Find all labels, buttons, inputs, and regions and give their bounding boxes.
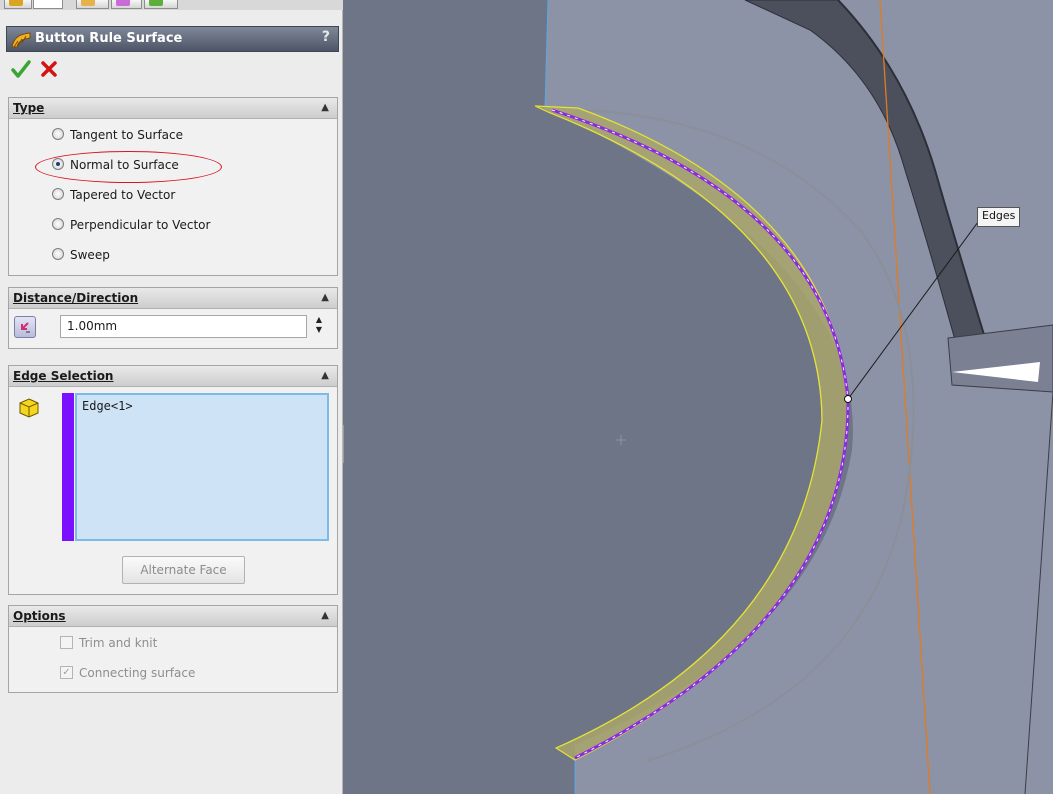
tab-property-manager[interactable] xyxy=(33,0,63,9)
tab-dimxpert-manager[interactable] xyxy=(111,0,142,9)
options-section-title: Options xyxy=(13,609,66,623)
property-manager-panel: Button Rule Surface ? Type ▲︎ Tangent to… xyxy=(0,0,343,794)
connecting-surface-checkbox[interactable]: ✓ xyxy=(60,666,73,679)
distance-spinner[interactable]: ▲ ▼ xyxy=(311,315,327,338)
display-manager-icon xyxy=(149,0,163,6)
edge-handle-point[interactable] xyxy=(844,395,852,403)
tab-display-manager[interactable] xyxy=(144,0,178,9)
type-section-header[interactable]: Type ▲︎ xyxy=(9,98,337,119)
cancel-x-icon[interactable] xyxy=(38,58,60,80)
edge-cube-icon xyxy=(19,398,39,418)
radio-label: Sweep xyxy=(70,248,110,262)
edge-selection-list[interactable]: Edge<1> xyxy=(75,393,329,541)
radio-label: Tangent to Surface xyxy=(70,128,184,142)
radio-button[interactable] xyxy=(52,248,64,260)
ok-checkmark-icon[interactable] xyxy=(10,58,32,80)
feature-title: Button Rule Surface xyxy=(35,31,183,46)
distance-input[interactable]: 1.00mm xyxy=(60,315,307,338)
radio-button[interactable] xyxy=(52,128,64,140)
tab-feature-manager[interactable] xyxy=(4,0,32,9)
help-icon[interactable]: ? xyxy=(322,29,330,45)
ruled-surface-icon xyxy=(11,32,31,48)
distance-section-header[interactable]: Distance/Direction ▲︎ xyxy=(9,288,337,309)
options-section-header[interactable]: Options ▲︎ xyxy=(9,606,337,627)
type-section-title: Type xyxy=(13,101,45,115)
trim-and-knit-checkbox[interactable] xyxy=(60,636,73,649)
reverse-direction-button[interactable] xyxy=(14,316,36,338)
feature-tree-icon xyxy=(9,0,23,6)
sketch-point xyxy=(647,757,653,763)
radio-button[interactable] xyxy=(52,188,64,200)
edge-selection-section-header[interactable]: Edge Selection ▲︎ xyxy=(9,366,337,387)
red-highlight-ellipse xyxy=(35,151,222,183)
manager-tabs xyxy=(0,0,343,10)
graphics-viewport[interactable] xyxy=(344,0,1053,794)
radio-label: Perpendicular to Vector xyxy=(70,218,211,232)
reverse-direction-icon xyxy=(21,322,30,333)
trim-and-knit-label: Trim and knit xyxy=(79,636,158,650)
distance-section-title: Distance/Direction xyxy=(13,291,139,305)
edges-callout-label[interactable]: Edges xyxy=(977,207,1021,227)
edge-selection-section-title: Edge Selection xyxy=(13,369,114,383)
spin-down-icon[interactable]: ▼ xyxy=(311,325,327,335)
tab-configuration-manager[interactable] xyxy=(76,0,109,9)
configuration-icon xyxy=(81,0,95,6)
dimxpert-icon xyxy=(116,0,130,6)
edge-list-item[interactable]: Edge<1> xyxy=(82,399,322,413)
spin-up-icon[interactable]: ▲ xyxy=(311,315,327,325)
collapse-chevron-icon[interactable]: ▲︎ xyxy=(321,98,329,118)
alternate-face-button[interactable]: Alternate Face xyxy=(122,556,245,584)
connecting-surface-label: Connecting surface xyxy=(79,666,196,680)
collapse-chevron-icon[interactable]: ▲︎ xyxy=(321,366,329,386)
feature-titlebar: Button Rule Surface ? xyxy=(6,26,339,52)
collapse-chevron-icon[interactable]: ▲︎ xyxy=(321,606,329,626)
collapse-chevron-icon[interactable]: ▲︎ xyxy=(321,288,329,308)
selection-color-bar xyxy=(62,393,74,541)
radio-button[interactable] xyxy=(52,218,64,230)
radio-label: Tapered to Vector xyxy=(70,188,176,202)
